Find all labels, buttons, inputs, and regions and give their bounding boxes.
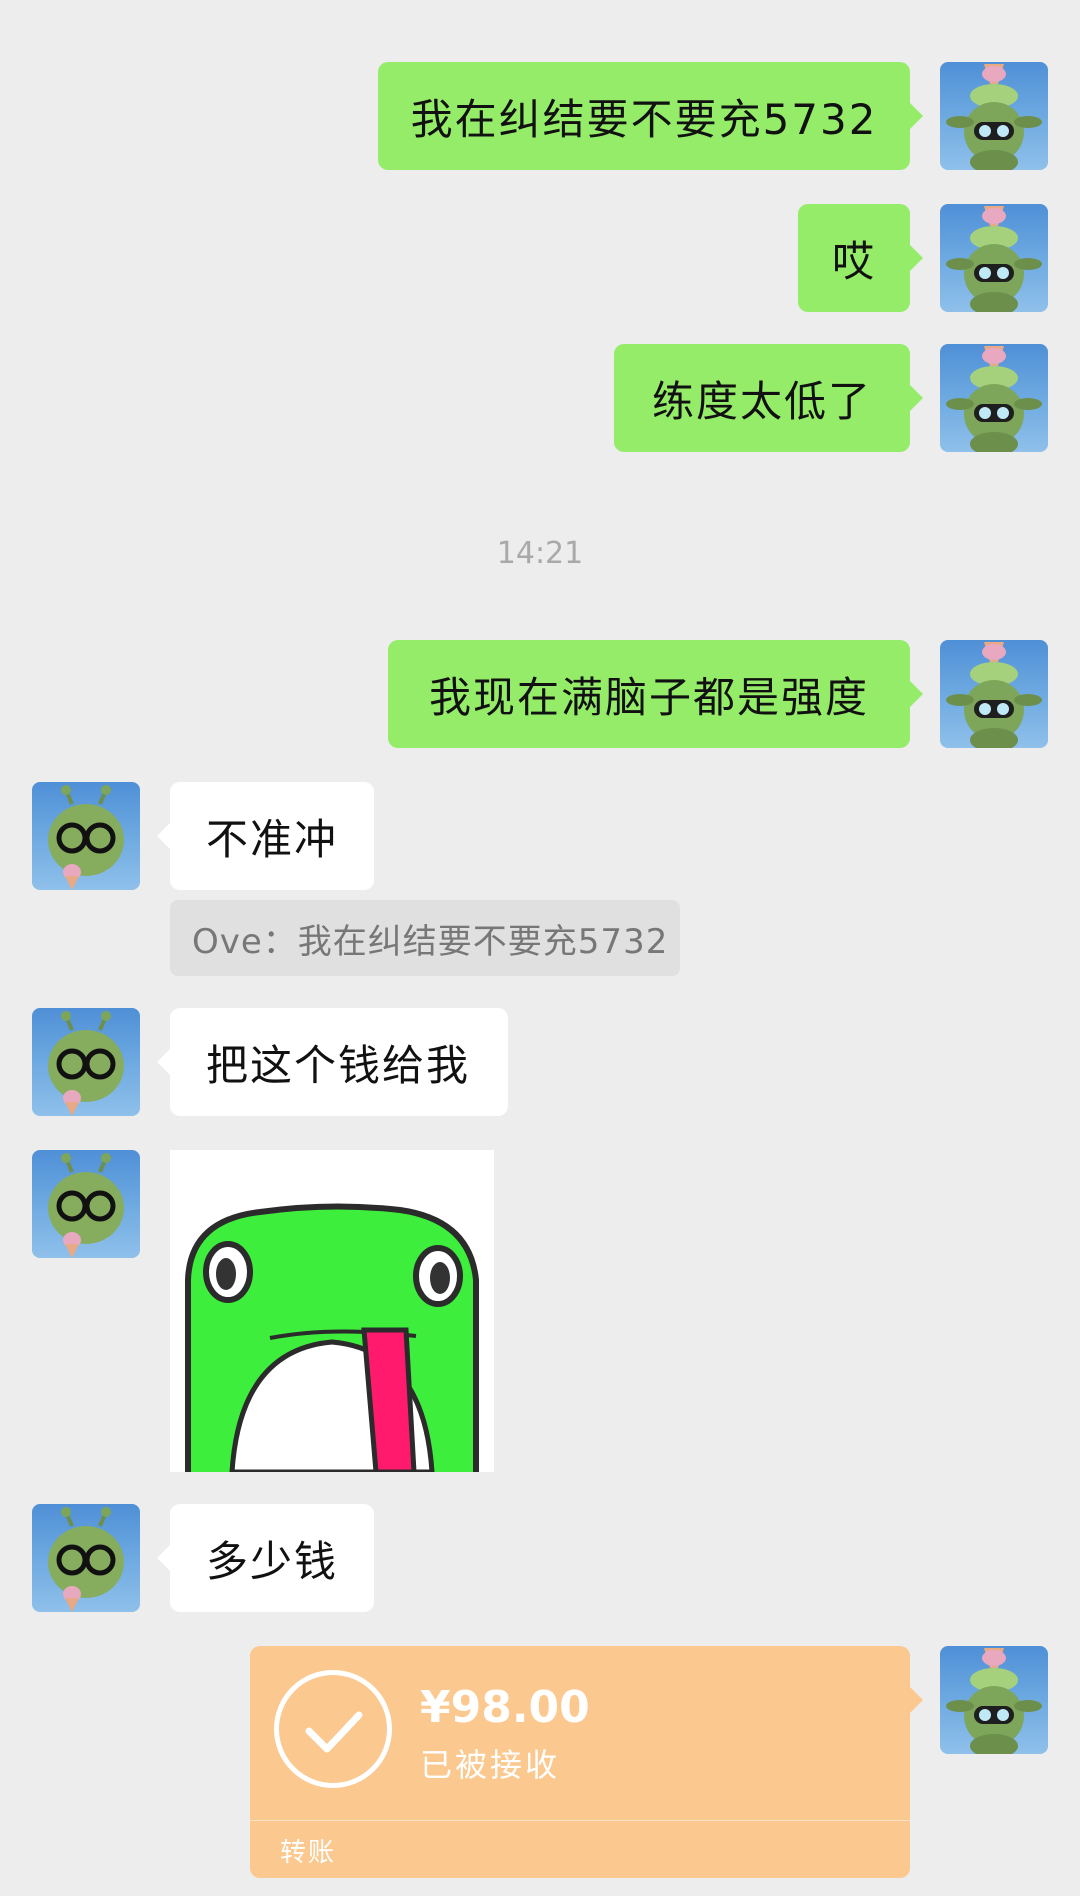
message-bubble-received[interactable]: 多少钱: [157, 1504, 374, 1612]
alien-glasses-avatar-icon: [48, 785, 124, 890]
message-text: 多少钱: [206, 1536, 339, 1586]
my-avatar[interactable]: [940, 62, 1048, 170]
alien-ice-cream-avatar-icon: [946, 1648, 1042, 1754]
quoted-message[interactable]: Ove：我在纠结要不要充5732: [170, 900, 680, 976]
transfer-amount: ¥98.00: [420, 1682, 590, 1733]
alien-ice-cream-avatar-icon: [946, 206, 1042, 312]
transfer-status: 已被接收: [420, 1746, 561, 1784]
message-text: 哎: [831, 236, 876, 286]
alien-ice-cream-avatar-icon: [946, 346, 1042, 452]
contact-avatar[interactable]: [32, 782, 140, 890]
contact-avatar[interactable]: [32, 1150, 140, 1258]
my-avatar[interactable]: [940, 344, 1048, 452]
contact-avatar[interactable]: [32, 1504, 140, 1612]
message-text: 我在纠结要不要充5732: [410, 94, 878, 144]
frog-sticker-icon: [185, 1203, 479, 1472]
quoted-text: Ove：我在纠结要不要充5732: [192, 921, 669, 962]
contact-avatar[interactable]: [32, 1008, 140, 1116]
message-text: 我现在满脑子都是强度: [428, 672, 869, 722]
message-text: 把这个钱给我: [206, 1040, 471, 1090]
message-text: 练度太低了: [651, 376, 872, 426]
transfer-label: 转账: [280, 1838, 337, 1868]
alien-glasses-avatar-icon: [48, 1507, 124, 1612]
message-bubble-sent[interactable]: 哎: [798, 204, 923, 312]
message-bubble-received[interactable]: 不准冲: [157, 782, 374, 890]
message-text: 不准冲: [206, 814, 339, 864]
alien-glasses-avatar-icon: [48, 1011, 124, 1116]
my-avatar[interactable]: [940, 640, 1048, 748]
transfer-card[interactable]: ¥98.00 已被接收 转账: [250, 1646, 923, 1878]
chat-timestamp: 14:21: [496, 536, 584, 571]
message-bubble-sent[interactable]: 我在纠结要不要充5732: [378, 62, 923, 170]
alien-ice-cream-avatar-icon: [946, 642, 1042, 748]
alien-ice-cream-avatar-icon: [946, 64, 1042, 170]
my-avatar[interactable]: [940, 204, 1048, 312]
message-bubble-sent[interactable]: 练度太低了: [614, 344, 923, 452]
message-bubble-received[interactable]: 把这个钱给我: [157, 1008, 508, 1116]
my-avatar[interactable]: [940, 1646, 1048, 1754]
alien-glasses-avatar-icon: [48, 1153, 124, 1258]
sticker-message[interactable]: [170, 1150, 494, 1472]
check-circle-icon: [274, 1670, 392, 1788]
transfer-divider: [250, 1820, 910, 1821]
message-bubble-sent[interactable]: 我现在满脑子都是强度: [388, 640, 923, 748]
